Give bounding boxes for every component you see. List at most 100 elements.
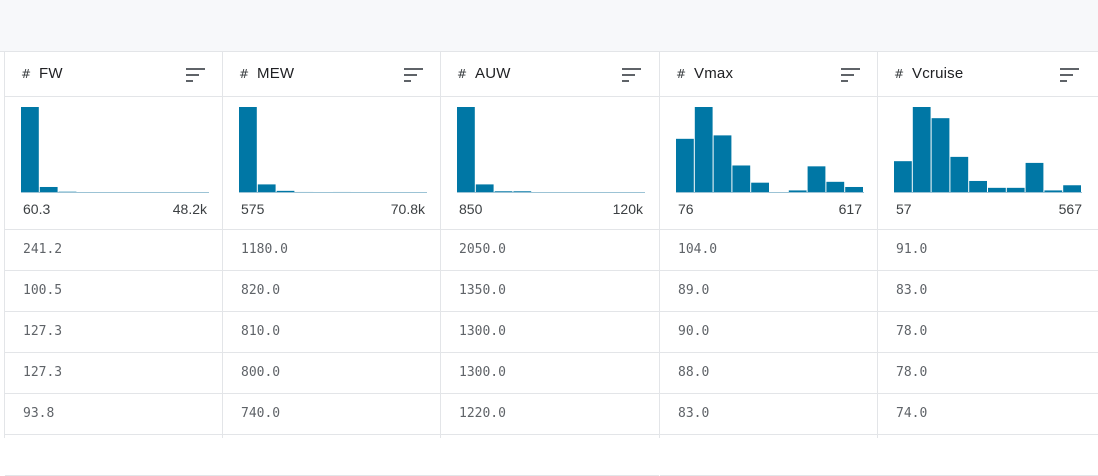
table-cell[interactable] [5, 435, 223, 476]
column-3: # Vmax 76 617 104.0 89.0 90.0 88.0 83.0 [659, 52, 878, 476]
column-name: Vmax [694, 65, 734, 82]
table-cell[interactable]: 89.0 [660, 271, 878, 312]
table-cell[interactable] [441, 435, 659, 476]
histogram-bar [694, 107, 713, 193]
histogram-baseline [239, 192, 427, 193]
table-cell[interactable]: 74.0 [878, 394, 1098, 435]
column-histogram: 57 567 [878, 97, 1098, 230]
table-cell[interactable]: 90.0 [660, 312, 878, 353]
column-header[interactable]: # FW [5, 52, 223, 97]
table-cell[interactable]: 88.0 [660, 353, 878, 394]
cell-value: 104.0 [678, 242, 718, 257]
table-cell[interactable]: 1300.0 [441, 312, 659, 353]
column-histogram: 60.3 48.2k [5, 97, 223, 230]
table-cell[interactable]: 83.0 [878, 271, 1098, 312]
histogram-chart [21, 107, 209, 193]
column-header[interactable]: # Vcruise [878, 52, 1098, 97]
column-header[interactable]: # Vmax [660, 52, 878, 97]
histogram-bar [826, 181, 845, 193]
histogram-baseline [676, 192, 864, 193]
cell-value: 78.0 [896, 365, 928, 380]
histogram-bar [807, 166, 826, 193]
cell-value: 89.0 [678, 283, 710, 298]
histogram-bar [912, 107, 931, 193]
table-cell[interactable] [878, 435, 1098, 476]
table-cell[interactable]: 78.0 [878, 312, 1098, 353]
histogram-min-label: 57 [896, 201, 912, 217]
table-cell[interactable]: 810.0 [223, 312, 441, 353]
table-cell[interactable]: 91.0 [878, 230, 1098, 271]
table-cell[interactable]: 2050.0 [441, 230, 659, 271]
cell-value: 820.0 [241, 283, 281, 298]
column-1: # MEW 575 70.8k 1180.0 820.0 810.0 800.0 740.0 [222, 52, 441, 476]
histogram-min-label: 60.3 [23, 201, 51, 217]
table-cell[interactable]: 820.0 [223, 271, 441, 312]
column-4: # Vcruise 57 567 91.0 83.0 78.0 78.0 74.0 [877, 52, 1098, 476]
histogram-bar [1063, 185, 1081, 193]
table-cell[interactable] [223, 435, 441, 476]
sort-icon-line [404, 80, 411, 82]
sort-icon-line [186, 68, 205, 70]
table-cell[interactable]: 100.5 [5, 271, 223, 312]
histogram-bar [969, 180, 987, 193]
histogram-bar [21, 107, 39, 193]
histogram-baseline [21, 192, 209, 193]
cell-value: 1350.0 [459, 283, 506, 298]
table-cell[interactable]: 1350.0 [441, 271, 659, 312]
cell-value: 1220.0 [459, 406, 506, 421]
cell-value: 90.0 [678, 324, 710, 339]
table-cell[interactable]: 127.3 [5, 312, 223, 353]
table-cell[interactable]: 93.8 [5, 394, 223, 435]
table-cell[interactable]: 241.2 [5, 230, 223, 271]
cell-value: 88.0 [678, 365, 710, 380]
table-cell[interactable]: 83.0 [660, 394, 878, 435]
column-histogram: 850 120k [441, 97, 659, 230]
histogram-baseline [457, 192, 645, 193]
table-cell[interactable]: 740.0 [223, 394, 441, 435]
column-2: # AUW 850 120k 2050.0 1350.0 1300.0 1300.0 1220.… [440, 52, 659, 476]
histogram-chart [457, 107, 645, 193]
column-header[interactable]: # MEW [223, 52, 441, 97]
cell-value: 740.0 [241, 406, 281, 421]
cell-value: 1180.0 [241, 242, 288, 257]
histogram-chart [894, 107, 1082, 193]
numeric-type-icon: # [239, 67, 250, 81]
table-cell[interactable]: 800.0 [223, 353, 441, 394]
column-name: MEW [257, 65, 295, 82]
sort-icon[interactable] [841, 68, 860, 82]
sort-icon[interactable] [404, 68, 423, 82]
table-cell[interactable]: 1220.0 [441, 394, 659, 435]
cell-value: 127.3 [23, 324, 63, 339]
cell-value: 93.8 [23, 406, 55, 421]
sort-icon-line [841, 74, 854, 76]
column-header[interactable]: # AUW [441, 52, 659, 97]
cell-value: 810.0 [241, 324, 281, 339]
column-0: # FW 60.3 48.2k 241.2 100.5 127.3 127.3 93.8 [4, 52, 223, 476]
table-cell[interactable]: 104.0 [660, 230, 878, 271]
numeric-type-icon: # [21, 67, 32, 81]
histogram-baseline [894, 192, 1082, 193]
table-cell[interactable]: 1180.0 [223, 230, 441, 271]
table-cell[interactable]: 1300.0 [441, 353, 659, 394]
top-toolbar [0, 0, 1098, 52]
histogram-bar [1025, 162, 1044, 193]
sort-icon[interactable] [622, 68, 641, 82]
cell-value: 78.0 [896, 324, 928, 339]
cell-value: 241.2 [23, 242, 63, 257]
histogram-bar [732, 165, 751, 193]
histogram-bar [950, 156, 969, 193]
numeric-type-icon: # [676, 67, 687, 81]
table-cell[interactable] [660, 435, 878, 476]
histogram-chart [676, 107, 864, 193]
sort-icon-line [841, 68, 860, 70]
sort-icon[interactable] [1060, 68, 1079, 82]
sort-icon[interactable] [186, 68, 205, 82]
histogram-bar [457, 107, 475, 193]
histogram-bar [475, 184, 494, 193]
numeric-type-icon: # [894, 67, 905, 81]
column-histogram: 76 617 [660, 97, 878, 230]
table-cell[interactable]: 127.3 [5, 353, 223, 394]
cell-value: 83.0 [896, 283, 928, 298]
cell-value: 127.3 [23, 365, 63, 380]
table-cell[interactable]: 78.0 [878, 353, 1098, 394]
